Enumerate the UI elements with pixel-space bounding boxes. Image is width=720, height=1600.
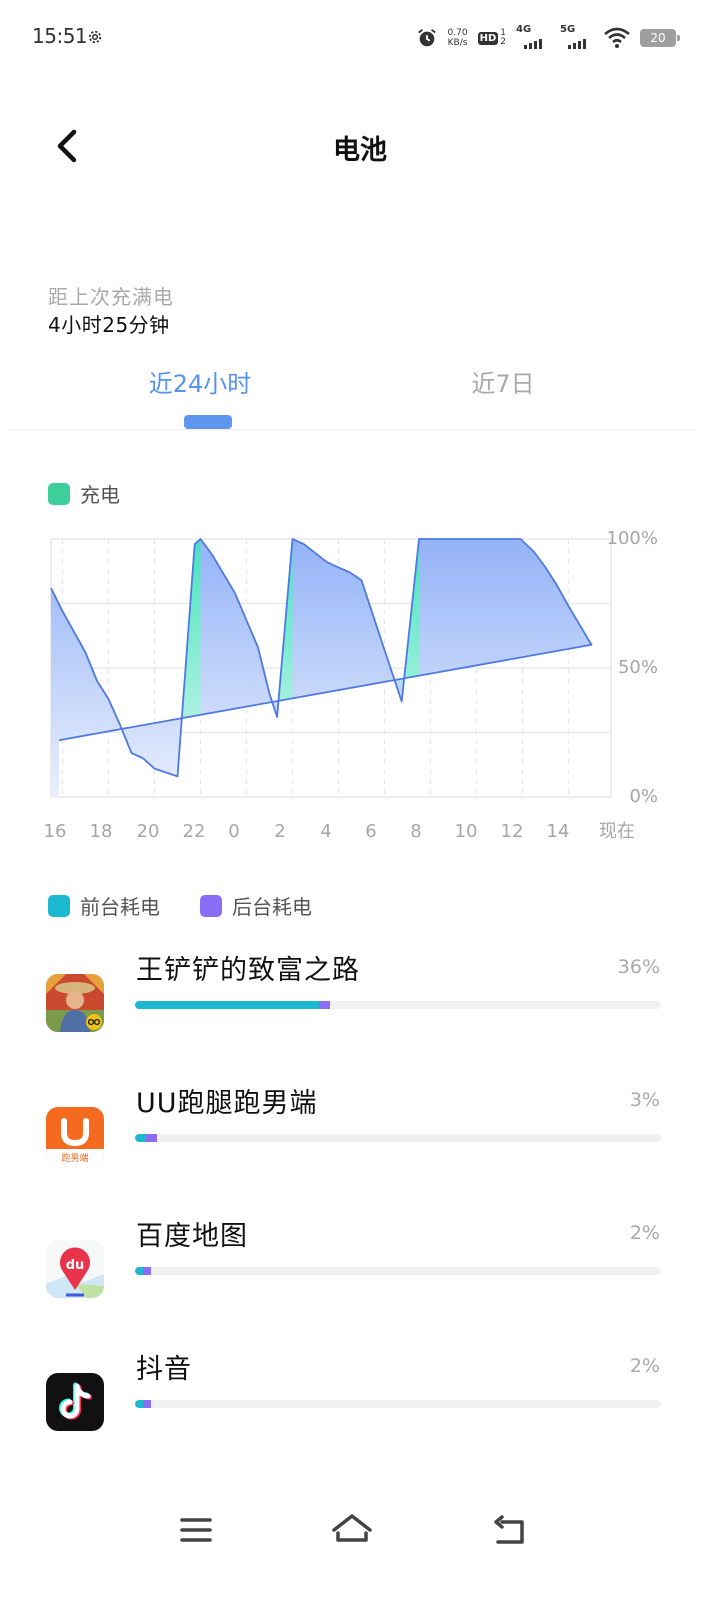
usage-legend: 前台耗电 后台耗电 bbox=[48, 891, 312, 920]
background-legend-label: 后台耗电 bbox=[232, 895, 312, 919]
background-legend-swatch bbox=[200, 894, 222, 917]
gear-icon bbox=[88, 30, 102, 44]
background-usage-fill bbox=[143, 1400, 151, 1408]
x-axis-tick-label: 2 bbox=[274, 821, 285, 842]
navigation-bar bbox=[0, 1484, 720, 1600]
wifi-icon bbox=[604, 27, 630, 48]
charging-legend-label: 充电 bbox=[80, 483, 120, 507]
app-usage-row[interactable]: 跑男端 UU跑腿跑男端 3% bbox=[0, 1077, 720, 1197]
tab-last-7-days[interactable]: 近7日 bbox=[403, 364, 603, 399]
game-icon bbox=[46, 974, 104, 1032]
uu-icon-caption: 跑男端 bbox=[61, 1152, 88, 1164]
app-name: 百度地图 bbox=[136, 1221, 248, 1252]
tab-last-24-hours[interactable]: 近24小时 bbox=[100, 364, 300, 399]
charging-legend-swatch bbox=[48, 482, 70, 505]
app-battery-percent: 3% bbox=[629, 1089, 660, 1111]
x-axis-tick-label: 8 bbox=[410, 821, 421, 842]
y-axis-tick-label: 100% bbox=[607, 528, 658, 549]
baidu-map-icon: du bbox=[46, 1240, 104, 1298]
x-axis-tick-label: 22 bbox=[183, 821, 206, 842]
x-axis-tick-label: 20 bbox=[137, 821, 160, 842]
foreground-usage-fill bbox=[135, 1400, 143, 1408]
x-axis-tick-label: 0 bbox=[228, 821, 239, 842]
app-name: UU跑腿跑男端 bbox=[136, 1088, 318, 1119]
foreground-legend-label: 前台耗电 bbox=[80, 895, 160, 919]
background-usage-fill bbox=[146, 1134, 157, 1142]
x-axis-tick-label: 现在 bbox=[599, 821, 635, 842]
app-usage-row[interactable]: du 百度地图 2% bbox=[0, 1210, 720, 1330]
menu-button[interactable] bbox=[166, 1508, 226, 1552]
x-axis-tick-label: 16 bbox=[44, 821, 67, 842]
app-usage-bar bbox=[135, 1267, 661, 1275]
x-axis-tick-label: 14 bbox=[547, 821, 570, 842]
since-full-charge-label: 距上次充满电 bbox=[48, 285, 174, 309]
network-speed-unit: KB/s bbox=[447, 38, 468, 48]
signal-5g-icon: 5G bbox=[560, 24, 594, 50]
app-usage-row[interactable]: 王铲铲的致富之路 36% bbox=[0, 944, 720, 1064]
x-axis-tick-label: 10 bbox=[455, 821, 478, 842]
app-battery-percent: 2% bbox=[629, 1355, 660, 1377]
sim-slot-bottom: 2 bbox=[500, 37, 506, 47]
network-speed: 0.70 KB/s bbox=[448, 28, 468, 48]
y-axis-tick-label: 0% bbox=[629, 786, 658, 807]
home-icon bbox=[332, 1514, 372, 1542]
y-axis-tick-label: 50% bbox=[618, 657, 658, 678]
battery-level-indicator: 20 bbox=[640, 29, 680, 47]
hd-voice-icon: HD bbox=[477, 31, 499, 45]
battery-level-chart: 100% 50% 0% 16 18 20 22 0 2 4 6 8 10 12 14 现在 bbox=[44, 528, 658, 842]
app-battery-percent: 2% bbox=[629, 1222, 660, 1244]
foreground-usage-fill bbox=[135, 1134, 146, 1142]
active-tab-indicator bbox=[184, 415, 232, 429]
battery-screen: 15:51 0.70 KB/s HD 1 2 4G 5G 20 电池 距上次充满… bbox=[0, 0, 720, 1600]
x-axis-tick-label: 18 bbox=[90, 821, 113, 842]
baidu-icon-caption: du bbox=[66, 1258, 85, 1273]
x-axis-tick-label: 6 bbox=[365, 821, 376, 842]
alarm-icon bbox=[417, 29, 436, 47]
return-icon bbox=[494, 1515, 524, 1544]
home-button[interactable] bbox=[322, 1508, 382, 1552]
menu-icon bbox=[180, 1518, 212, 1542]
background-usage-fill bbox=[143, 1267, 151, 1275]
foreground-usage-fill bbox=[135, 1001, 319, 1009]
signal-5g-label: 5G bbox=[560, 24, 576, 35]
status-time: 15:51 bbox=[32, 24, 88, 48]
app-name: 抖音 bbox=[136, 1354, 192, 1385]
uu-errand-icon: 跑男端 bbox=[46, 1107, 104, 1165]
signal-4g-icon: 4G bbox=[516, 24, 550, 50]
app-name: 王铲铲的致富之路 bbox=[136, 955, 360, 986]
app-usage-bar bbox=[135, 1134, 661, 1142]
foreground-usage-fill bbox=[135, 1267, 143, 1275]
douyin-icon bbox=[46, 1373, 104, 1431]
network-speed-value: 0.70 bbox=[447, 28, 468, 38]
signal-4g-label: 4G bbox=[516, 24, 532, 35]
x-axis-tick-label: 4 bbox=[320, 821, 331, 842]
sim-slot-indicator: 1 2 bbox=[500, 29, 506, 47]
app-usage-bar bbox=[135, 1400, 661, 1408]
status-bar: 15:51 0.70 KB/s HD 1 2 4G 5G 20 bbox=[0, 0, 720, 76]
app-battery-percent: 36% bbox=[617, 956, 660, 978]
app-usage-bar bbox=[135, 1001, 661, 1009]
back-nav-button[interactable] bbox=[480, 1508, 540, 1552]
chart-legend: 充电 bbox=[48, 479, 120, 508]
foreground-legend-swatch bbox=[48, 894, 70, 917]
app-usage-row[interactable]: 抖音 2% bbox=[0, 1343, 720, 1463]
x-axis-tick-label: 12 bbox=[501, 821, 524, 842]
divider bbox=[10, 429, 696, 430]
status-icons: 0.70 KB/s HD 1 2 4G 5G 20 bbox=[416, 24, 680, 52]
since-full-charge-value: 4小时25分钟 bbox=[48, 313, 170, 337]
page-title: 电池 bbox=[333, 135, 387, 166]
background-usage-fill bbox=[319, 1001, 330, 1009]
